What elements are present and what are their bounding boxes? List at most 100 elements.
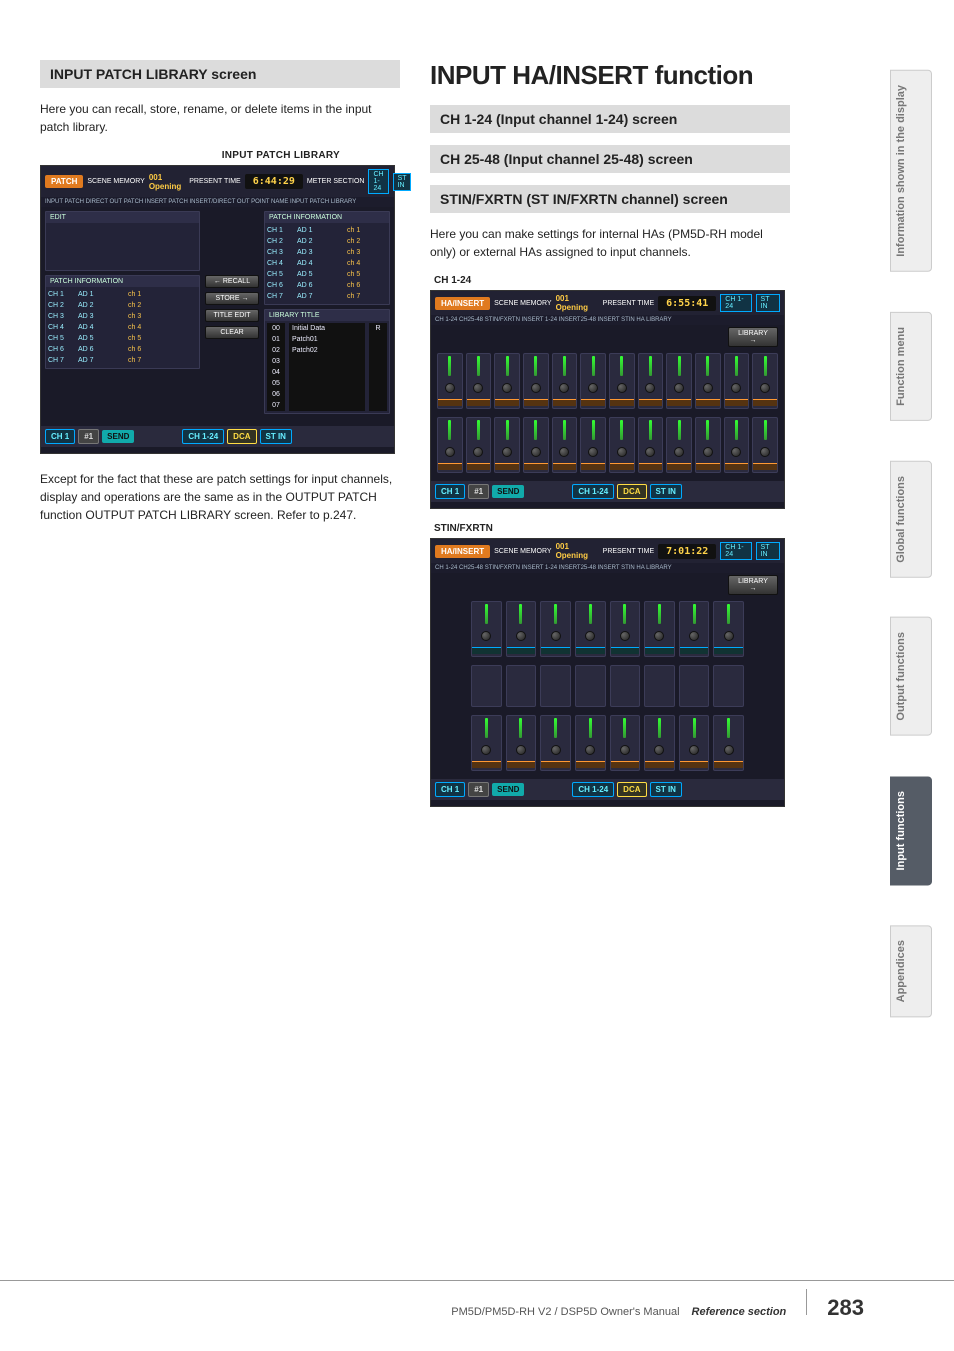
footer-input[interactable]: CH 1-24 xyxy=(182,429,224,444)
channel-cell[interactable] xyxy=(609,353,635,409)
library-row[interactable]: 04 xyxy=(267,367,387,378)
channel-cell[interactable] xyxy=(437,353,463,409)
tab-function-menu[interactable]: Function menu xyxy=(890,312,932,421)
channel-cell[interactable] xyxy=(644,715,675,771)
library-row[interactable]: 05 xyxy=(267,378,387,389)
library-row[interactable]: 02Patch02 xyxy=(267,345,387,356)
channel-cell[interactable] xyxy=(610,601,641,657)
channel-cell[interactable] xyxy=(506,715,537,771)
channel-cell[interactable] xyxy=(644,601,675,657)
ha-footer-stin[interactable]: ST IN xyxy=(650,484,682,499)
channel-cell[interactable] xyxy=(666,353,692,409)
channel-cell[interactable] xyxy=(610,715,641,771)
patch-row[interactable]: CH 5AD 5ch 5 xyxy=(267,269,387,280)
channel-cell[interactable] xyxy=(713,601,744,657)
stin-footer-send[interactable]: SEND xyxy=(492,783,524,796)
stin-nav-tabs[interactable]: CH 1-24 CH25-48 STIN/FXRTN INSERT 1-24 I… xyxy=(431,563,784,573)
channel-cell[interactable] xyxy=(540,601,571,657)
tab-appendices[interactable]: Appendices xyxy=(890,925,932,1017)
ha-footer-send[interactable]: SEND xyxy=(492,485,524,498)
channel-cell[interactable] xyxy=(609,417,635,473)
ch-select-3[interactable]: CH 1-24 xyxy=(720,542,751,560)
ha-footer-ch[interactable]: CH 1 xyxy=(435,484,465,499)
library-row[interactable]: 07 xyxy=(267,400,387,411)
channel-cell[interactable] xyxy=(575,601,606,657)
library-row[interactable]: 00Initial DataR xyxy=(267,323,387,334)
patch-row[interactable]: CH 2AD 2ch 2 xyxy=(48,300,197,311)
patch-row[interactable]: CH 1AD 1ch 1 xyxy=(48,289,197,300)
channel-cell[interactable] xyxy=(695,353,721,409)
patch-row[interactable]: CH 4AD 4ch 4 xyxy=(267,258,387,269)
channel-cell[interactable] xyxy=(638,353,664,409)
patch-row[interactable]: CH 3AD 3ch 3 xyxy=(267,247,387,258)
channel-cell[interactable] xyxy=(494,417,520,473)
ha-footer-encoder[interactable]: #1 xyxy=(468,484,489,499)
channel-cell[interactable] xyxy=(494,353,520,409)
footer-dca[interactable]: DCA xyxy=(227,429,256,444)
channel-cell[interactable] xyxy=(580,417,606,473)
patch-row[interactable]: CH 7AD 7ch 7 xyxy=(48,355,197,366)
channel-cell[interactable] xyxy=(666,417,692,473)
channel-cell[interactable] xyxy=(523,417,549,473)
footer-ch[interactable]: CH 1 xyxy=(45,429,75,444)
clear-button[interactable]: CLEAR xyxy=(205,326,259,339)
library-button[interactable]: LIBRARY → xyxy=(728,327,778,347)
channel-cell[interactable] xyxy=(580,353,606,409)
patch-row[interactable]: CH 6AD 6ch 6 xyxy=(267,280,387,291)
ha-nav-tabs[interactable]: CH 1-24 CH25-48 STIN/FXRTN INSERT 1-24 I… xyxy=(431,315,784,325)
library-button-2[interactable]: LIBRARY → xyxy=(728,575,778,595)
footer-send[interactable]: SEND xyxy=(102,430,134,443)
channel-cell[interactable] xyxy=(552,417,578,473)
ha-footer-input[interactable]: CH 1-24 xyxy=(572,484,614,499)
channel-cell[interactable] xyxy=(713,715,744,771)
channel-cell[interactable] xyxy=(540,715,571,771)
library-row[interactable]: 03 xyxy=(267,356,387,367)
footer-stin[interactable]: ST IN xyxy=(260,429,292,444)
channel-cell[interactable] xyxy=(466,417,492,473)
library-row[interactable]: 01Patch01 xyxy=(267,334,387,345)
title-edit-button[interactable]: TITLE EDIT xyxy=(205,309,259,322)
channel-cell[interactable] xyxy=(471,715,502,771)
channel-cell[interactable] xyxy=(552,353,578,409)
channel-cell[interactable] xyxy=(724,353,750,409)
channel-cell[interactable] xyxy=(679,601,710,657)
patch-row[interactable]: CH 2AD 2ch 2 xyxy=(267,236,387,247)
stin-footer-dca[interactable]: DCA xyxy=(617,782,646,797)
stin-footer-ch[interactable]: CH 1 xyxy=(435,782,465,797)
tab-output-functions[interactable]: Output functions xyxy=(890,617,932,736)
store-button[interactable]: STORE → xyxy=(205,292,259,305)
patch-row[interactable]: CH 5AD 5ch 5 xyxy=(48,333,197,344)
channel-cell[interactable] xyxy=(575,715,606,771)
channel-cell[interactable] xyxy=(506,601,537,657)
channel-cell[interactable] xyxy=(695,417,721,473)
channel-cell[interactable] xyxy=(523,353,549,409)
tab-input-functions[interactable]: Input functions xyxy=(890,776,932,885)
patch-row[interactable]: CH 6AD 6ch 6 xyxy=(48,344,197,355)
channel-cell[interactable] xyxy=(752,353,778,409)
stin-select-2[interactable]: ST IN xyxy=(756,294,780,312)
stin-footer-input[interactable]: CH 1-24 xyxy=(572,782,614,797)
channel-cell[interactable] xyxy=(471,601,502,657)
recall-button[interactable]: ← RECALL xyxy=(205,275,259,288)
channel-cell[interactable] xyxy=(679,715,710,771)
patch-row[interactable]: CH 7AD 7ch 7 xyxy=(267,291,387,302)
stin-footer-encoder[interactable]: #1 xyxy=(468,782,489,797)
channel-cell[interactable] xyxy=(437,417,463,473)
channel-cell[interactable] xyxy=(724,417,750,473)
footer-encoder[interactable]: #1 xyxy=(78,429,99,444)
channel-cell[interactable] xyxy=(638,417,664,473)
channel-cell[interactable] xyxy=(466,353,492,409)
tab-information[interactable]: Information shown in the display xyxy=(890,70,932,272)
nav-tabs[interactable]: INPUT PATCH DIRECT OUT PATCH INSERT PATC… xyxy=(41,197,394,207)
patch-row[interactable]: CH 1AD 1ch 1 xyxy=(267,225,387,236)
patch-row[interactable]: CH 4AD 4ch 4 xyxy=(48,322,197,333)
channel-cell[interactable] xyxy=(752,417,778,473)
library-row[interactable]: 06 xyxy=(267,389,387,400)
ha-footer-dca[interactable]: DCA xyxy=(617,484,646,499)
stin-select[interactable]: ST IN xyxy=(393,173,412,191)
stin-footer-stin[interactable]: ST IN xyxy=(650,782,682,797)
patch-row[interactable]: CH 3AD 3ch 3 xyxy=(48,311,197,322)
ch-select-2[interactable]: CH 1-24 xyxy=(720,294,751,312)
ch-select[interactable]: CH 1-24 xyxy=(368,169,388,194)
tab-global-functions[interactable]: Global functions xyxy=(890,461,932,578)
